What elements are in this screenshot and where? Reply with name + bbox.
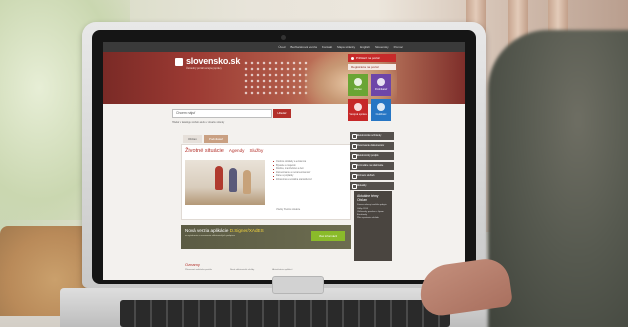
tab-citizen[interactable]: Občan [183, 135, 202, 143]
all-life-situations-link[interactable]: Všetky životné situácie [276, 208, 300, 211]
top-nav-item[interactable]: Slovensky [375, 45, 389, 49]
search-hint[interactable]: Hľadať v katalógu služieb alebo v obsahu… [172, 121, 224, 124]
services-link[interactable]: Služby [249, 148, 263, 153]
quick-link[interactable]: Formuláre na stiahnutie [350, 162, 394, 170]
top-nav-item[interactable]: Bezbariérová verzia [290, 45, 317, 49]
top-nav-item[interactable]: Úvod [278, 45, 285, 49]
promo-button[interactable]: Viac informácií [311, 231, 345, 241]
announcement-link[interactable]: Nové elektronické služby [230, 269, 254, 271]
login-button[interactable]: Prihlásiť na portál [348, 54, 396, 62]
agendas-link[interactable]: Agendy [229, 148, 245, 153]
quick-link[interactable]: Aktuality [350, 182, 394, 190]
topics-title: Aktuálne témy Občan [357, 194, 379, 203]
trackpad [272, 276, 324, 294]
globe-icon [377, 103, 385, 111]
quick-link[interactable]: Zoznam služieb [350, 172, 394, 180]
top-nav-item[interactable]: Mapa stránky [337, 45, 355, 49]
life-situations-link[interactable]: Životné situácie [185, 148, 224, 154]
top-nav-item[interactable]: English [360, 45, 370, 49]
keyboard [120, 300, 450, 327]
promo-title-highlight: D.Signer/XAdES [229, 228, 264, 233]
promo-title-prefix: Nová verzia aplikácie [185, 228, 229, 233]
laptop-screen: Úvod Bezbariérová verzia Kontakt Mapa st… [103, 42, 465, 280]
quick-link[interactable]: Elektronické schránky [350, 132, 394, 140]
site-logo[interactable]: slovensko.sk [186, 56, 240, 66]
top-nav-item[interactable]: Pomoc [394, 45, 403, 49]
quick-link[interactable]: Overovanie dokumentov [350, 142, 394, 150]
list-item[interactable]: Zdravotná a sociálna starostlivosť [273, 178, 347, 182]
topic-item[interactable]: Plán spustenia služieb [357, 217, 389, 220]
webcam [281, 35, 286, 40]
search-input[interactable]: Chcem nájsť [172, 109, 272, 118]
sparkle-decoration [243, 60, 309, 96]
announcement-link[interactable]: Aktualizácia aplikácií [272, 269, 292, 271]
tile-business[interactable]: Podnikateľ [371, 74, 391, 96]
photo-scene: Úvod Bezbariérová verzia Kontakt Mapa st… [0, 0, 628, 327]
announcements-title: Oznamy [185, 262, 200, 267]
tile-label: Verejná správa [349, 113, 367, 116]
announcements: Oznamy Plánovaná odstávka portálu Nové e… [185, 262, 355, 271]
tile-foreigner[interactable]: Cudzinec [371, 99, 391, 121]
login-panel: Prihlásiť na portál Registrácia na portá… [348, 54, 396, 121]
search-button[interactable]: Hľadať [273, 109, 291, 118]
public-admin-icon [354, 103, 362, 111]
quick-links: Elektronické schránky Overovanie dokumen… [350, 132, 394, 192]
announcement-link[interactable]: Plánovaná odstávka portálu [185, 269, 212, 271]
announcements-row: Plánovaná odstávka portálu Nové elektron… [185, 269, 355, 271]
photo-person [243, 170, 251, 194]
tab-business[interactable]: Podnikateľ [203, 135, 229, 143]
business-icon [377, 78, 385, 86]
section-headline: Životné situácie Agendy Služby [185, 148, 263, 154]
tile-label: Cudzinec [375, 113, 387, 116]
tile-label: Podnikateľ [374, 88, 388, 91]
logo-icon[interactable] [175, 58, 183, 66]
register-link[interactable]: Registrácia na portál [348, 64, 396, 70]
quick-link[interactable]: Elektronický podpis [350, 152, 394, 160]
promo-banner[interactable]: Nová verzia aplikácie D.Signer/XAdES na … [181, 225, 351, 249]
audience-tabs: Občan Podnikateľ [183, 135, 229, 143]
citizen-icon [354, 78, 362, 86]
photo-person [229, 168, 237, 192]
life-situations-list: Osobné doklady a evidencia Bývanie a maj… [273, 160, 347, 182]
site-tagline: Ústredný portál verejnej správy [186, 67, 222, 70]
tile-public-admin[interactable]: Verejná správa [348, 99, 368, 121]
audience-tiles: Občan Podnikateľ Verejná správa Cudzinec [348, 74, 396, 121]
photo-person [215, 166, 223, 190]
tile-label: Občan [354, 88, 362, 91]
top-navigation: Úvod Bezbariérová verzia Kontakt Mapa st… [103, 42, 465, 52]
family-photo [185, 160, 265, 205]
top-nav-item[interactable]: Kontakt [322, 45, 332, 49]
tile-citizen[interactable]: Občan [348, 74, 368, 96]
topics-box: Aktuálne témy Občan Zmena adresy trvaléh… [354, 191, 392, 261]
